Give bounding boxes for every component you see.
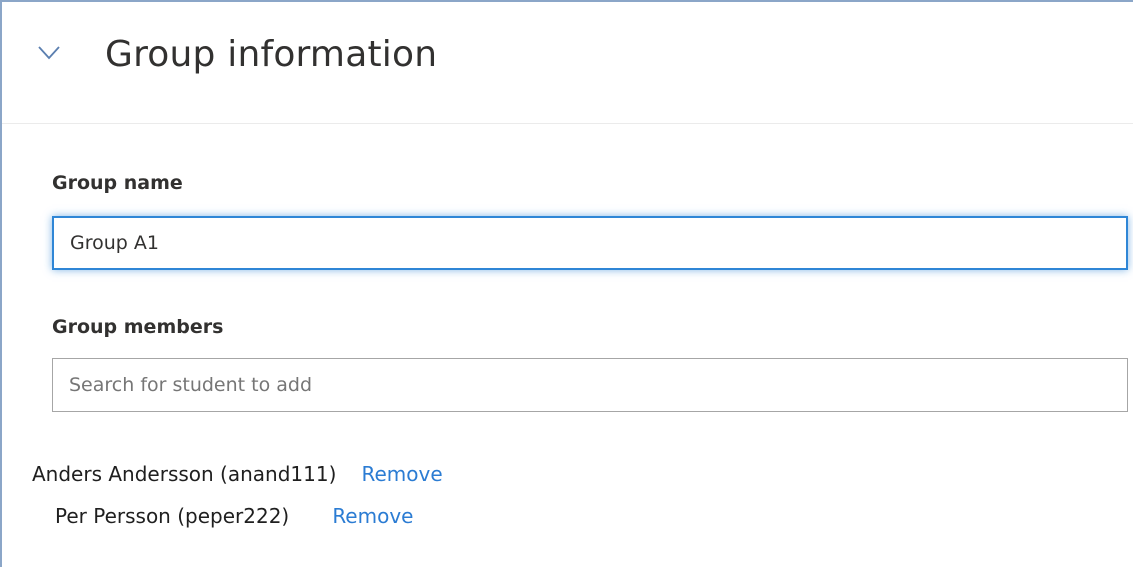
remove-member-link[interactable]: Remove [332,504,413,528]
section-title: Group information [105,34,438,75]
group-name-label: Group name [52,172,183,194]
member-name: Per Persson (peper222) [55,504,290,528]
member-item: Anders Andersson (anand111) Remove [32,462,443,492]
member-name: Anders Andersson (anand111) [32,462,337,486]
chevron-down-icon[interactable] [38,46,60,60]
group-members-label: Group members [52,316,224,338]
group-name-input[interactable] [52,216,1128,270]
group-information-panel: Group information Group name Group membe… [0,0,1133,567]
member-item: Per Persson (peper222) Remove [55,504,413,534]
remove-member-link[interactable]: Remove [361,462,442,486]
section-header[interactable]: Group information [2,2,1133,124]
student-search-input[interactable] [52,358,1128,412]
